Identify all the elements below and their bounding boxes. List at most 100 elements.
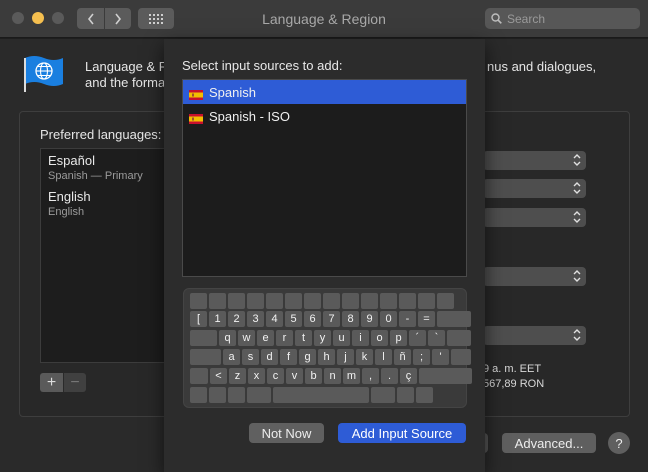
keyboard-row: a s d f g h j k l ñ; '	[184, 349, 471, 365]
first-day-popup[interactable]	[483, 179, 586, 198]
keyboard-key: ç	[400, 368, 417, 384]
keyboard-key: k	[356, 349, 373, 365]
keyboard-key: ñ	[394, 349, 411, 365]
keyboard-key: p	[390, 330, 407, 346]
keyboard-key: 8	[342, 311, 359, 327]
calendar-popup[interactable]	[483, 208, 586, 227]
keyboard-key	[419, 368, 472, 384]
keyboard-key: t	[295, 330, 312, 346]
keyboard-key: j	[337, 349, 354, 365]
advanced-button[interactable]: Advanced...	[502, 433, 596, 453]
input-source-label: Spanish - ISO	[209, 108, 290, 124]
keyboard-key	[304, 293, 321, 309]
keyboard-key: m	[343, 368, 360, 384]
keyboard-key: r	[276, 330, 293, 346]
keyboard-key: -	[399, 311, 416, 327]
keyboard-key	[342, 293, 359, 309]
keyboard-key: n	[324, 368, 341, 384]
keyboard-key: 3	[247, 311, 264, 327]
globe-flag-icon	[24, 56, 63, 92]
remove-language-button[interactable]: −	[63, 373, 86, 392]
updown-chevron-icon	[573, 154, 581, 166]
keyboard-key: h	[318, 349, 335, 365]
keyboard-key	[447, 330, 471, 346]
keyboard-key: b	[305, 368, 322, 384]
list-item[interactable]: English English	[48, 189, 91, 218]
description-line-1: Language & R	[85, 59, 167, 74]
keyboard-key: ,	[362, 368, 379, 384]
keyboard-key	[209, 387, 226, 403]
pane-description: Language & R and the forma	[85, 59, 167, 91]
keyboard-row: q w e r t y u i o p ´ `	[184, 330, 471, 346]
search-input[interactable]	[507, 11, 627, 26]
region-popup[interactable]	[483, 151, 586, 170]
search-field[interactable]	[485, 8, 640, 29]
add-input-source-sheet: Select input sources to add: Spanish Spa…	[164, 39, 485, 472]
keyboard-key: 4	[266, 311, 283, 327]
keyboard-key: q	[219, 330, 236, 346]
keyboard-key: <	[210, 368, 227, 384]
input-source-spanish-iso[interactable]: Spanish - ISO	[183, 104, 466, 128]
keyboard-key: x	[248, 368, 265, 384]
input-source-list[interactable]: Spanish Spanish - ISO	[182, 79, 467, 277]
language-name: English	[48, 189, 91, 204]
input-source-label: Spanish	[209, 84, 256, 100]
keyboard-key	[273, 387, 369, 403]
keyboard-key: i	[352, 330, 369, 346]
language-subtitle: English	[48, 206, 85, 218]
keyboard-key: .	[381, 368, 398, 384]
keyboard-key: g	[299, 349, 316, 365]
keyboard-key	[361, 293, 378, 309]
keyboard-key	[190, 368, 208, 384]
keyboard-key	[228, 293, 245, 309]
input-source-spanish[interactable]: Spanish	[183, 80, 466, 104]
keyboard-key: 7	[323, 311, 340, 327]
keyboard-key: 9	[361, 311, 378, 327]
keyboard-key: a	[223, 349, 240, 365]
keyboard-row: [1 2 3 4 5 6 7 8 9 0- =	[184, 311, 471, 327]
keyboard-key	[437, 311, 471, 327]
keyboard-key: 2	[228, 311, 245, 327]
keyboard-key	[437, 293, 454, 309]
add-input-source-button[interactable]: Add Input Source	[338, 423, 466, 443]
keyboard-key	[285, 293, 302, 309]
list-item[interactable]: Español Spanish — Primary	[48, 153, 143, 182]
keyboard-key: w	[238, 330, 255, 346]
keyboard-key	[416, 387, 433, 403]
keyboard-key: '	[432, 349, 449, 365]
keyboard-key	[266, 293, 283, 309]
preferred-languages-list[interactable]: Español Spanish — Primary English Englis…	[40, 148, 168, 363]
keyboard-key	[228, 387, 245, 403]
sheet-title: Select input sources to add:	[182, 58, 343, 73]
add-language-button[interactable]: +	[40, 373, 63, 392]
updown-chevron-icon	[573, 182, 581, 194]
keyboard-layout-preview: [1 2 3 4 5 6 7 8 9 0- = q w e r t y u i o p ´ ` a s d f g h j k l ñ; ' < z x…	[183, 288, 472, 408]
updown-chevron-icon	[573, 270, 581, 282]
keyboard-key	[399, 293, 416, 309]
keyboard-key	[380, 293, 397, 309]
keyboard-key	[209, 293, 226, 309]
keyboard-key: 1	[209, 311, 226, 327]
list-sort-order-popup[interactable]	[483, 326, 586, 345]
keyboard-key: u	[333, 330, 350, 346]
spanish-flag-icon	[189, 87, 203, 100]
not-now-button[interactable]: Not Now	[249, 423, 324, 443]
preferred-languages-label: Preferred languages:	[40, 127, 162, 142]
spanish-flag-icon	[189, 111, 203, 124]
pane-description-right: nus and dialogues,	[487, 59, 597, 74]
keyboard-key: y	[314, 330, 331, 346]
help-button[interactable]: ?	[608, 432, 630, 454]
language-subtitle: Spanish — Primary	[48, 170, 143, 182]
keyboard-key	[190, 387, 207, 403]
keyboard-key: [	[190, 311, 207, 327]
format-time-preview: 9 a. m. EET	[483, 363, 542, 375]
keyboard-row	[184, 293, 468, 309]
temperature-popup[interactable]	[483, 267, 586, 286]
keyboard-key: =	[418, 311, 435, 327]
title-bar: Language & Region	[0, 0, 648, 38]
keyboard-key: ;	[413, 349, 430, 365]
keyboard-key: l	[375, 349, 392, 365]
format-number-preview: 567,89 RON	[483, 378, 545, 390]
description-line-2: and the forma	[85, 75, 166, 90]
keyboard-key	[371, 387, 395, 403]
